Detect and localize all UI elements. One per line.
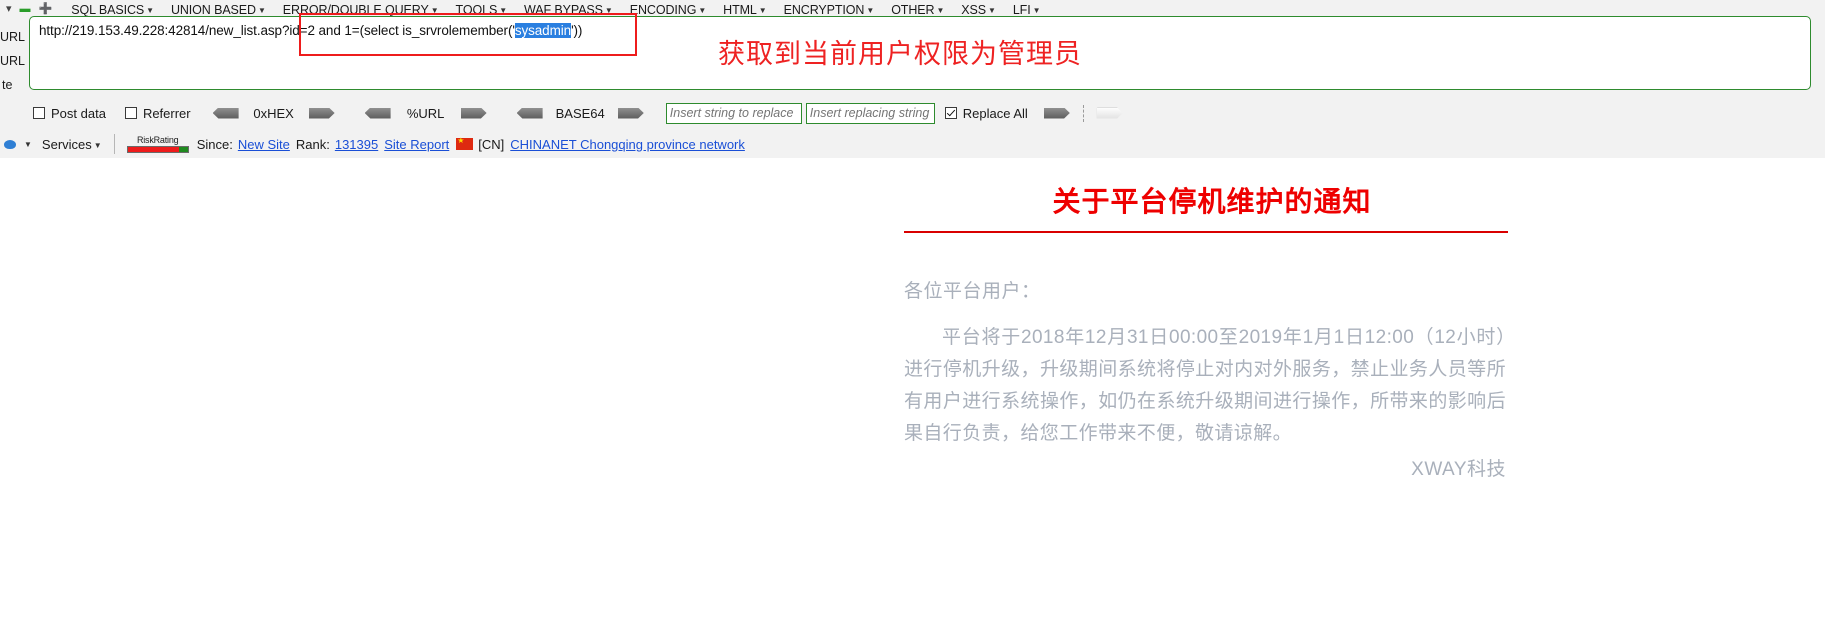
- statusbar-divider: [113, 134, 115, 154]
- since-label: Since:: [196, 136, 233, 152]
- menu-label: OTHER: [891, 2, 935, 17]
- chevron-down-icon[interactable]: ▾: [6, 4, 12, 15]
- replace-apply-arrow-icon[interactable]: [1043, 107, 1070, 119]
- china-flag-icon: [456, 135, 474, 150]
- caret-icon: ▼: [758, 5, 767, 15]
- menu-label: XSS: [961, 2, 986, 17]
- browser-icon: [4, 139, 16, 149]
- notice-body: 平台将于2018年12月31日00:00至2019年1月1日12:00（12小时…: [904, 327, 1506, 444]
- menu-sql-basics[interactable]: SQL BASICS ▼: [71, 3, 154, 17]
- options-divider: [1082, 104, 1084, 122]
- menu-other[interactable]: OTHER ▼: [891, 3, 944, 17]
- replace-secondary-arrow-icon[interactable]: [1096, 107, 1123, 119]
- notice-salutation: 各位平台用户：: [904, 281, 1041, 302]
- replace-with-input[interactable]: [805, 102, 935, 124]
- menu-xss[interactable]: XSS ▼: [961, 3, 996, 17]
- risk-rating-label: RiskRating: [136, 135, 179, 145]
- menu-label: SQL BASICS: [71, 2, 145, 17]
- checkbox-icon: [33, 107, 45, 119]
- base64-label: BASE64: [555, 105, 605, 121]
- referrer-label: Referrer: [142, 105, 191, 121]
- base64-decode-arrow-icon[interactable]: [516, 107, 543, 119]
- risk-rating-bar: [126, 146, 189, 153]
- menu-label: ENCODING: [629, 2, 697, 17]
- menu-encryption[interactable]: ENCRYPTION ▼: [784, 3, 875, 17]
- caret-icon: ▼: [1032, 5, 1041, 15]
- replace-all-checkbox[interactable]: Replace All: [944, 105, 1028, 121]
- menu-html[interactable]: HTML ▼: [723, 2, 767, 17]
- rank-value-link[interactable]: 131395: [335, 137, 378, 152]
- menu-label: ENCRYPTION: [783, 2, 865, 17]
- replace-search-input[interactable]: [665, 102, 802, 124]
- services-statusbar: ▼ Services ▼ RiskRating Since: New Site R…: [0, 130, 1825, 158]
- caret-icon: ▼: [257, 5, 266, 15]
- checkbox-icon: [124, 107, 137, 119]
- menu-union-based[interactable]: UNION BASED ▼: [171, 3, 266, 17]
- site-report-link[interactable]: Site Report: [384, 137, 449, 152]
- base64-encoder-group: BASE64: [511, 106, 650, 121]
- base64-encode-arrow-icon[interactable]: [617, 107, 644, 119]
- caret-icon[interactable]: ▼: [24, 140, 32, 149]
- caret-icon: ▼: [866, 5, 875, 15]
- new-site-link[interactable]: New Site: [238, 137, 290, 152]
- isp-link[interactable]: CHINANET Chongqing province network: [510, 137, 745, 152]
- referrer-checkbox[interactable]: Referrer: [124, 105, 191, 121]
- menu-encoding[interactable]: ENCODING ▼: [629, 2, 707, 17]
- menu-label: LFI: [1012, 2, 1031, 17]
- annotation-text: 获取到当前用户权限为管理员: [718, 39, 1082, 69]
- page-content: 关于平台停机维护的通知 各位平台用户： 平台将于2018年12月31日00:00…: [0, 159, 1825, 642]
- post-data-label: Post data: [51, 105, 106, 121]
- caret-icon: ▼: [698, 5, 707, 15]
- url-encoder-group: %URL: [359, 106, 493, 121]
- url-decode-arrow-icon[interactable]: [364, 107, 391, 119]
- hex-label: 0xHEX: [253, 105, 294, 121]
- menu-lfi[interactable]: LFI ▼: [1013, 3, 1041, 17]
- rank-label: Rank:: [295, 136, 330, 152]
- risk-rating-indicator: RiskRating: [126, 135, 189, 153]
- url-encode-arrow-icon[interactable]: [460, 107, 487, 119]
- annotation-rectangle: [299, 13, 637, 56]
- split-url-button[interactable]: URL: [0, 49, 25, 73]
- services-label: Services: [41, 136, 92, 152]
- hackbar-options-row: Post data Referrer 0xHEX %URL BASE64 Ins…: [0, 100, 1825, 126]
- hackbar-panel: ▾ ▬ ➕ SQL BASICS ▼ UNION BASED ▼ ERROR/DOU…: [0, 0, 1825, 158]
- hex-decode-arrow-icon[interactable]: [212, 107, 239, 119]
- notice-signature: XWAY科技: [1411, 459, 1506, 480]
- url-encoder-label: %URL: [406, 105, 445, 121]
- minus-icon[interactable]: ▬: [20, 4, 31, 15]
- menu-label: HTML: [723, 2, 757, 17]
- caret-icon: ▼: [146, 5, 154, 15]
- title-divider: [904, 231, 1508, 233]
- services-menu[interactable]: Services ▼: [42, 137, 102, 152]
- checkbox-checked-icon: [944, 107, 957, 119]
- hex-encode-arrow-icon[interactable]: [308, 107, 335, 119]
- hex-encoder-group: 0xHEX: [207, 106, 341, 121]
- caret-icon: ▼: [936, 5, 945, 15]
- replace-all-label: Replace All: [962, 105, 1028, 121]
- load-url-button[interactable]: URL: [0, 25, 25, 49]
- page-title: 关于平台停机维护的通知: [1052, 186, 1372, 217]
- caret-icon: ▼: [988, 5, 996, 15]
- caret-icon: ▼: [93, 140, 102, 150]
- post-data-checkbox[interactable]: Post data: [33, 106, 106, 121]
- screen-root: ▾ ▬ ➕ SQL BASICS ▼ UNION BASED ▼ ERROR/DOU…: [0, 0, 1825, 642]
- menu-label: UNION BASED: [170, 2, 256, 17]
- execute-button[interactable]: te: [2, 73, 12, 97]
- country-code: [CN]: [478, 136, 505, 152]
- plus-icon[interactable]: ➕: [39, 4, 53, 15]
